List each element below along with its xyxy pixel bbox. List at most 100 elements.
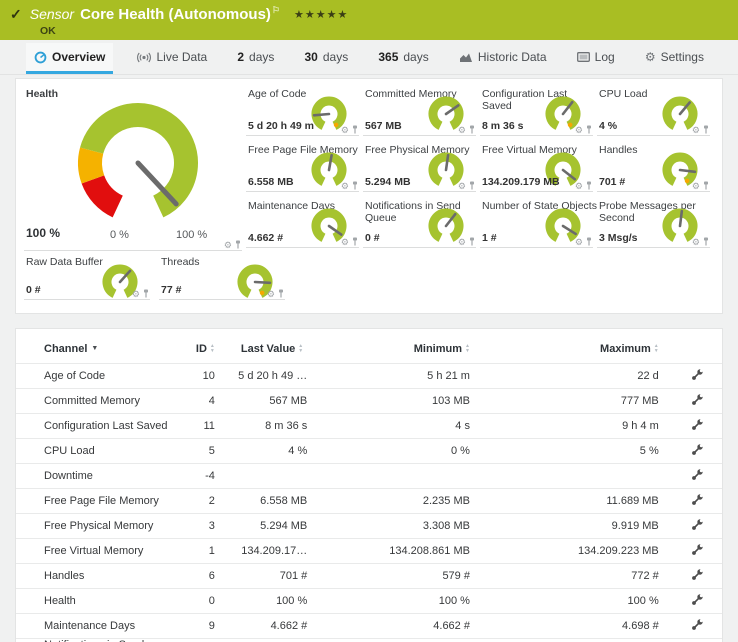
cell-channel: Committed Memory xyxy=(16,388,177,413)
table-row[interactable]: Maintenance Days 9 4.662 # 4.662 # 4.698… xyxy=(16,613,722,638)
col-id[interactable]: ID▲▼ xyxy=(177,335,227,363)
pin-icon[interactable] xyxy=(468,181,476,190)
gauge-value: 77 # xyxy=(161,284,181,296)
flag-icon[interactable]: ⚐ xyxy=(272,5,280,15)
gear-icon[interactable]: ⚙ xyxy=(458,126,466,134)
gauge-needle xyxy=(255,282,270,283)
tab-live-data[interactable]: Live Data xyxy=(128,43,216,74)
cell-last-value: 100 % xyxy=(227,588,322,613)
gear-icon[interactable]: ⚙ xyxy=(341,182,349,190)
sort-desc-icon: ▼ xyxy=(91,345,98,352)
tab-bar: Overview Live Data 2 days 30 days 365 da… xyxy=(0,43,738,75)
tab-log[interactable]: Log xyxy=(569,43,623,74)
channel-settings-wrench-icon[interactable] xyxy=(691,368,704,384)
cell-maximum: 777 MB xyxy=(488,388,674,413)
gauge-value: 134.209.179 MB xyxy=(482,176,560,188)
status-check-icon: ✓ xyxy=(10,6,22,23)
tab-settings[interactable]: ⚙ Settings xyxy=(637,43,712,74)
channel-settings-wrench-icon[interactable] xyxy=(691,468,704,484)
channels-table: Channel▼ ID▲▼ Last Value▲▼ Minimum▲▼ Max… xyxy=(16,335,722,642)
gauge-value: 701 # xyxy=(599,176,625,188)
tab-overview[interactable]: Overview xyxy=(26,43,113,74)
gauge-cell-cpu-load: CPU Load 4 % ⚙ xyxy=(597,85,714,141)
cell-minimum: 579 # xyxy=(322,563,488,588)
pin-icon[interactable] xyxy=(702,125,710,134)
table-row[interactable]: Health 0 100 % 100 % 100 % xyxy=(16,588,722,613)
pin-icon[interactable] xyxy=(702,181,710,190)
table-row[interactable]: Downtime -4 xyxy=(16,463,722,488)
gear-icon[interactable]: ⚙ xyxy=(341,126,349,134)
channel-settings-wrench-icon[interactable] xyxy=(691,593,704,609)
channel-settings-wrench-icon[interactable] xyxy=(691,543,704,559)
col-maximum[interactable]: Maximum▲▼ xyxy=(488,335,674,363)
table-row[interactable]: Handles 6 701 # 579 # 772 # xyxy=(16,563,722,588)
channel-settings-wrench-icon[interactable] xyxy=(691,493,704,509)
gauge-value: 0 # xyxy=(365,232,380,244)
pin-icon[interactable] xyxy=(351,181,359,190)
tab-2-days[interactable]: 2 days xyxy=(229,43,282,74)
table-row[interactable]: Free Physical Memory 3 5.294 MB 3.308 MB… xyxy=(16,513,722,538)
table-row[interactable]: Free Virtual Memory 1 134.209.17… 134.20… xyxy=(16,538,722,563)
cell-channel: Free Physical Memory xyxy=(16,513,177,538)
table-row[interactable]: Committed Memory 4 567 MB 103 MB 777 MB xyxy=(16,388,722,413)
gauge-cell-age-of-code: Age of Code 5 d 20 h 49 m ⚙ xyxy=(246,85,363,141)
cell-last-value: 8 m 36 s xyxy=(227,413,322,438)
pin-icon[interactable] xyxy=(351,125,359,134)
table-row[interactable]: Notifications in Send Queue 13 0 # 0 # 0… xyxy=(16,638,722,642)
channel-settings-wrench-icon[interactable] xyxy=(691,518,704,534)
pin-icon[interactable] xyxy=(234,240,242,249)
gear-icon[interactable]: ⚙ xyxy=(341,238,349,246)
cell-maximum: 9 h 4 m xyxy=(488,413,674,438)
gear-icon[interactable]: ⚙ xyxy=(132,290,140,298)
gauge-value: 1 # xyxy=(482,232,497,244)
gear-icon[interactable]: ⚙ xyxy=(458,182,466,190)
channel-settings-wrench-icon[interactable] xyxy=(691,568,704,584)
table-row[interactable]: Age of Code 10 5 d 20 h 49 … 5 h 21 m 22… xyxy=(16,363,722,388)
gear-icon[interactable]: ⚙ xyxy=(692,238,700,246)
pin-icon[interactable] xyxy=(468,237,476,246)
gear-icon[interactable]: ⚙ xyxy=(224,241,232,249)
col-minimum[interactable]: Minimum▲▼ xyxy=(322,335,488,363)
cell-id: 0 xyxy=(177,588,227,613)
cell-id: 9 xyxy=(177,613,227,638)
pin-icon[interactable] xyxy=(702,237,710,246)
table-row[interactable]: Configuration Last Saved 11 8 m 36 s 4 s… xyxy=(16,413,722,438)
gear-icon[interactable]: ⚙ xyxy=(267,290,275,298)
gear-icon[interactable]: ⚙ xyxy=(692,182,700,190)
table-row[interactable]: Free Page File Memory 2 6.558 MB 2.235 M… xyxy=(16,488,722,513)
gauge-value: 0 # xyxy=(26,284,41,296)
sort-icon: ▲▼ xyxy=(210,344,215,353)
gear-icon[interactable]: ⚙ xyxy=(575,182,583,190)
gear-icon: ⚙ xyxy=(645,52,656,62)
pin-icon[interactable] xyxy=(351,237,359,246)
cell-minimum: 5 h 21 m xyxy=(322,363,488,388)
pin-icon[interactable] xyxy=(468,125,476,134)
pin-icon[interactable] xyxy=(585,181,593,190)
gear-icon[interactable]: ⚙ xyxy=(458,238,466,246)
cell-last-value: 0 # xyxy=(227,638,322,642)
channel-settings-wrench-icon[interactable] xyxy=(691,393,704,409)
cell-minimum: 3.308 MB xyxy=(322,513,488,538)
channel-settings-wrench-icon[interactable] xyxy=(691,418,704,434)
pin-icon[interactable] xyxy=(142,289,150,298)
cell-last-value xyxy=(227,463,322,488)
gear-icon[interactable]: ⚙ xyxy=(692,126,700,134)
tab-30-days[interactable]: 30 days xyxy=(297,43,357,74)
pin-icon[interactable] xyxy=(585,125,593,134)
gear-icon[interactable]: ⚙ xyxy=(575,126,583,134)
channel-settings-wrench-icon[interactable] xyxy=(691,618,704,634)
tab-365-days[interactable]: 365 days xyxy=(370,43,436,74)
col-channel[interactable]: Channel▼ xyxy=(16,335,177,363)
table-row[interactable]: CPU Load 5 4 % 0 % 5 % xyxy=(16,438,722,463)
cell-minimum xyxy=(322,463,488,488)
pin-icon[interactable] xyxy=(277,289,285,298)
gauge-cell-raw-data-buffer: Raw Data Buffer 0 # ⚙ xyxy=(24,253,154,305)
cell-maximum: 5 % xyxy=(488,438,674,463)
col-last-value[interactable]: Last Value▲▼ xyxy=(227,335,322,363)
cell-minimum: 4.662 # xyxy=(322,613,488,638)
priority-stars[interactable]: ★★★★★ xyxy=(294,8,348,21)
tab-historic-data[interactable]: Historic Data xyxy=(451,43,555,74)
channel-settings-wrench-icon[interactable] xyxy=(691,443,704,459)
pin-icon[interactable] xyxy=(585,237,593,246)
gear-icon[interactable]: ⚙ xyxy=(575,238,583,246)
